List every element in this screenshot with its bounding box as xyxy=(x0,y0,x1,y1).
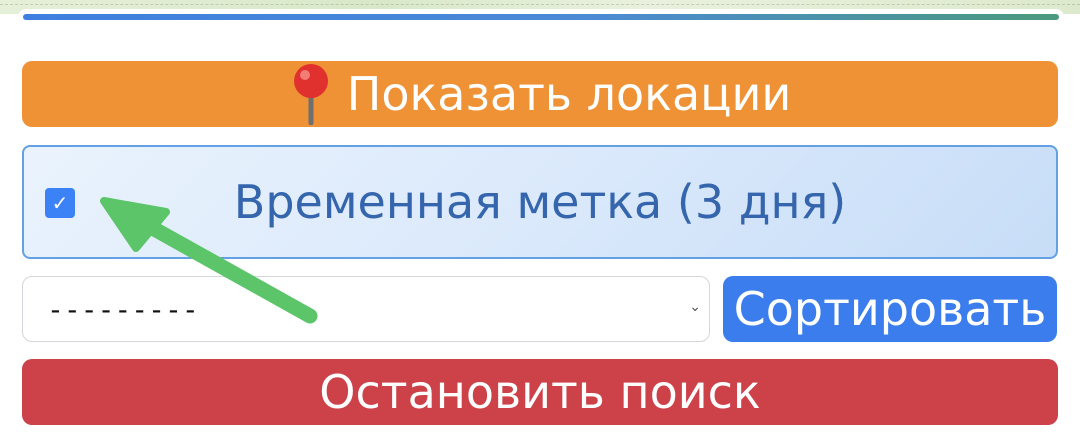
sort-button-label: Сортировать xyxy=(733,282,1047,336)
show-locations-button[interactable]: Показать локации xyxy=(22,61,1058,127)
progress-bar xyxy=(18,9,1064,25)
progress-bar-fill xyxy=(23,14,1059,20)
sort-select[interactable]: --------- ⌄ xyxy=(22,276,710,342)
map-pin-icon xyxy=(293,64,328,125)
stop-search-label: Остановить поиск xyxy=(319,365,761,419)
temporary-mark-checkbox[interactable]: ✓ xyxy=(45,188,75,218)
show-locations-label: Показать локации xyxy=(346,67,792,121)
chevron-down-icon: ⌄ xyxy=(689,299,701,315)
sort-button[interactable]: Сортировать xyxy=(723,276,1057,342)
stop-search-button[interactable]: Остановить поиск xyxy=(22,359,1058,425)
temporary-mark-toggle[interactable]: ✓ Временная метка (3 дня) xyxy=(22,145,1058,259)
temporary-mark-label: Временная метка (3 дня) xyxy=(233,175,847,229)
sort-select-value: --------- xyxy=(47,292,199,326)
